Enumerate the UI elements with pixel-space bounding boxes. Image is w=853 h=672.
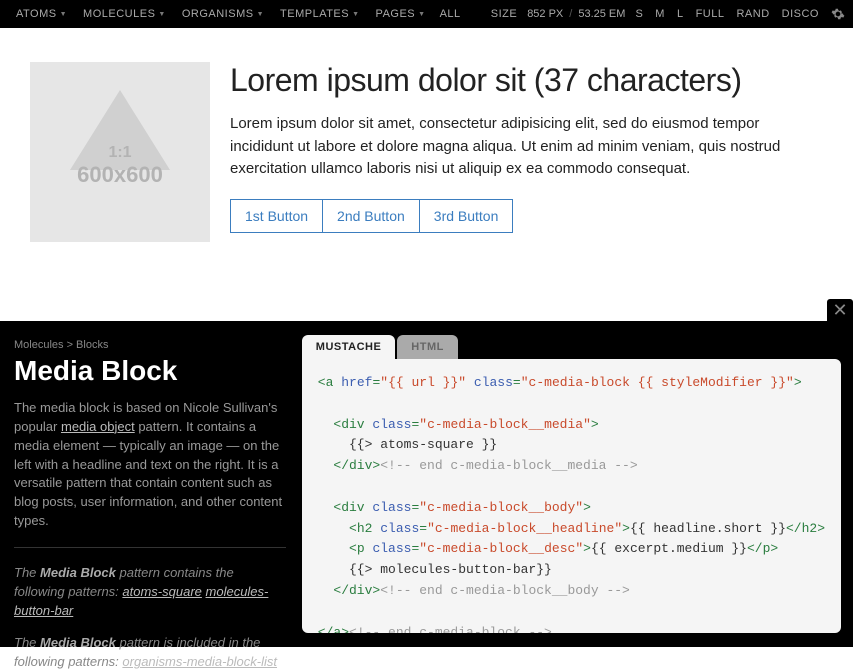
caret-down-icon: ▼ xyxy=(60,11,67,18)
size-m[interactable]: M xyxy=(649,8,671,20)
included-in-patterns: The Media Block pattern is included in t… xyxy=(14,634,286,672)
nav-organisms[interactable]: ORGANISMS▼ xyxy=(174,8,272,20)
size-em[interactable]: 53.25 EM xyxy=(574,8,629,20)
size-rand[interactable]: RAND xyxy=(730,8,775,20)
nav-templates[interactable]: TEMPLATES▼ xyxy=(272,8,368,20)
close-icon[interactable]: ✕ xyxy=(827,299,853,321)
third-button[interactable]: 3rd Button xyxy=(419,199,514,233)
atoms-square-link[interactable]: atoms-square xyxy=(122,584,201,599)
size-s[interactable]: S xyxy=(629,8,649,20)
nav-all[interactable]: ALL xyxy=(434,8,467,20)
nav-pages[interactable]: PAGES▼ xyxy=(368,8,434,20)
contains-patterns: The Media Block pattern contains the fol… xyxy=(14,564,286,621)
code-view[interactable]: <a href="{{ url }}" class="c-media-block… xyxy=(302,359,841,633)
organisms-media-block-list-link[interactable]: organisms-media-block-list xyxy=(122,654,277,669)
pattern-description: The media block is based on Nicole Sulli… xyxy=(14,399,286,531)
description: Lorem ipsum dolor sit amet, consectetur … xyxy=(230,113,823,181)
breadcrumb: Molecules > Blocks xyxy=(14,339,286,351)
pattern-inspector: ✕ Molecules > Blocks Media Block The med… xyxy=(0,321,853,647)
code-pane: MUSTACHE HTML <a href="{{ url }}" class=… xyxy=(302,321,853,647)
headline: Lorem ipsum dolor sit (37 characters) xyxy=(230,62,823,99)
first-button[interactable]: 1st Button xyxy=(230,199,323,233)
divider xyxy=(14,547,286,548)
nav-molecules[interactable]: MOLECULES▼ xyxy=(75,8,174,20)
caret-down-icon: ▼ xyxy=(158,11,165,18)
second-button[interactable]: 2nd Button xyxy=(322,199,420,233)
pattern-title: Media Block xyxy=(14,355,286,387)
pattern-info: Molecules > Blocks Media Block The media… xyxy=(0,321,302,647)
nav-atoms[interactable]: ATOMS▼ xyxy=(8,8,75,20)
size-full[interactable]: FULL xyxy=(690,8,731,20)
image-placeholder: 1:1 600x600 xyxy=(30,62,210,242)
tab-html[interactable]: HTML xyxy=(397,335,458,359)
placeholder-dims: 600x600 xyxy=(77,162,163,188)
size-l[interactable]: L xyxy=(671,8,690,20)
media-block-body: Lorem ipsum dolor sit (37 characters) Lo… xyxy=(230,62,823,242)
media-object-link[interactable]: media object xyxy=(61,419,135,434)
pattern-preview: 1:1 600x600 Lorem ipsum dolor sit (37 ch… xyxy=(0,28,853,276)
tab-mustache[interactable]: MUSTACHE xyxy=(302,335,396,359)
caret-down-icon: ▼ xyxy=(257,11,264,18)
caret-down-icon: ▼ xyxy=(418,11,425,18)
size-px[interactable]: 852 PX xyxy=(523,8,567,20)
caret-down-icon: ▼ xyxy=(352,11,359,18)
placeholder-ratio: 1:1 xyxy=(108,144,131,162)
size-label: SIZE xyxy=(485,8,523,20)
gear-icon[interactable] xyxy=(831,7,845,21)
size-disco[interactable]: DISCO xyxy=(776,8,825,20)
size-divider: / xyxy=(567,8,574,20)
code-tabs: MUSTACHE HTML xyxy=(302,335,841,359)
topbar: ATOMS▼ MOLECULES▼ ORGANISMS▼ TEMPLATES▼ … xyxy=(0,0,853,28)
button-bar: 1st Button 2nd Button 3rd Button xyxy=(230,199,823,233)
